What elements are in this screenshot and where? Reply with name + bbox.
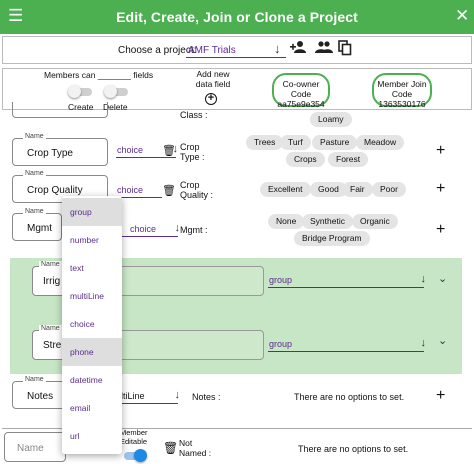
trash-icon[interactable]: 🗑 [162,184,176,197]
plus-icon[interactable]: + [436,388,445,404]
type-select-street[interactable]: group ↓ [268,337,427,352]
notes-label: Notes : [192,392,221,402]
type-value: choice [130,224,157,234]
name-legend: Name [23,133,46,140]
type-value: group [269,339,293,349]
type-value: ltiLine [121,391,145,401]
group-icon[interactable] [315,40,333,59]
crop-type-label: Crop Type : [180,142,205,162]
type-value: choice [117,145,144,155]
chip-organic: Organic [352,214,398,229]
menu-option-email[interactable]: email [62,394,122,422]
field-row-crop-type: Name Crop Type choice ↓ 🗑 Crop Type : Tr… [10,133,462,170]
copy-icon[interactable] [338,40,352,61]
members-can-label: Members can _______ fields [44,70,154,80]
menu-option-multiline[interactable]: multiLine [62,282,122,310]
name-field-notes[interactable]: Name Notes [12,376,66,409]
menu-option-datetime[interactable]: datetime [62,366,122,394]
mgmt-label: Mgmt : [180,225,208,235]
arrow-down-icon: ↓ [420,337,427,349]
add-circle-icon[interactable]: + [205,93,217,105]
plus-icon[interactable]: + [436,143,445,159]
name-legend: Name [23,170,46,177]
no-options-text: There are no options to set. [294,392,405,402]
type-value: group [269,275,293,285]
menu-option-group[interactable]: group [62,198,122,226]
chevron-down-icon[interactable]: ⌄ [438,334,447,347]
new-field-name-input[interactable]: Name [4,432,66,462]
name-value: Stre [43,340,62,351]
trash-icon[interactable]: 🗑 [162,144,176,157]
menu-option-url[interactable]: url [62,422,122,450]
chip-turf: Turf [280,135,311,150]
member-editable-toggle[interactable] [124,449,147,462]
chip-fair: Fair [342,182,373,197]
menu-option-number[interactable]: number [62,226,122,254]
arrow-down-icon: ↓ [174,389,181,401]
coowner-code-value: aa75e9e354 [277,99,325,109]
chip-synthetic: Synthetic [302,214,353,229]
type-select-crop-quality[interactable]: choice [116,184,162,198]
trash-icon[interactable]: 🗑 [163,441,178,455]
member-editable-label: Member Editable [120,428,148,446]
choose-project-label: Choose a project: [118,45,197,56]
type-select-irrigation[interactable]: group ↓ [268,273,427,288]
menu-option-text[interactable]: text [62,254,122,282]
chip-bridge-program: Bridge Program [294,231,370,246]
chip-loamy: Loamy [310,112,352,127]
add-new-field-label: Add new data field [195,69,231,89]
member-code-value: 1363530176 [378,99,426,109]
member-code-label: Member Join Code [377,79,427,99]
name-legend: Name [39,261,62,268]
app-header: ☰ Edit, Create, Join or Clone a Project … [0,0,474,34]
chip-pasture: Pasture [312,135,358,150]
name-placeholder: Name [17,443,44,454]
add-person-icon[interactable] [290,40,308,59]
irrigation-group-box [100,266,264,296]
chip-poor: Poor [372,182,406,197]
chip-excellent: Excellent [260,182,311,197]
type-value: choice [117,185,144,195]
arrow-down-icon: ↓ [420,273,427,285]
chip-none: None [268,214,305,229]
name-legend: Name [39,325,62,332]
class-label: Class : [180,110,208,120]
menu-option-choice[interactable]: choice [62,310,122,338]
plus-icon[interactable]: + [436,222,445,238]
crop-quality-label: Crop Quality : [180,180,214,200]
type-select-mgmt[interactable]: choice ↓ [122,222,180,237]
chevron-down-icon[interactable]: ⌄ [438,272,447,285]
arrow-down-icon[interactable]: ↓ [274,41,281,56]
page-title: Edit, Create, Join or Clone a Project [116,9,358,25]
type-dropdown-menu: group number text multiLine choice phone… [62,196,122,454]
delete-toggle[interactable] [104,85,128,98]
not-named-label: Not Named : [179,438,212,458]
name-value: Mgmt [27,223,52,234]
menu-option-phone[interactable]: phone [62,338,122,366]
plus-icon[interactable]: + [436,181,445,197]
name-value: Notes [27,391,54,402]
chip-crops: Crops [286,152,325,167]
create-toggle[interactable] [68,85,92,98]
member-code-badge: Member Join Code 1363530176 [372,73,432,109]
name-field-mgmt[interactable]: Name Mgmt [12,208,62,241]
name-field-crop-type[interactable]: Name Crop Type [12,133,108,166]
chip-forest: Forest [328,152,369,167]
field-row-partial: Class : Loamy [10,102,462,132]
name-box-partial [12,102,108,118]
name-legend: Name [23,208,46,215]
chip-trees: Trees [246,135,284,150]
street-group-box [100,330,264,360]
chip-meadow: Meadow [356,135,405,150]
name-value: Crop Quality [27,185,83,196]
no-options-text: There are no options to set. [298,444,409,454]
project-select-value[interactable]: AMF Trials [188,45,236,56]
close-icon[interactable]: ✕ [455,7,469,25]
name-value: Irrig [43,276,61,287]
name-legend: Name [23,376,46,383]
type-select-notes[interactable]: ltiLine ↓ [120,389,181,404]
coowner-code-badge: Co-owner Code aa75e9e354 [272,73,330,109]
coowner-code-label: Co-owner Code [282,79,320,99]
name-value: Crop Type [27,148,73,159]
